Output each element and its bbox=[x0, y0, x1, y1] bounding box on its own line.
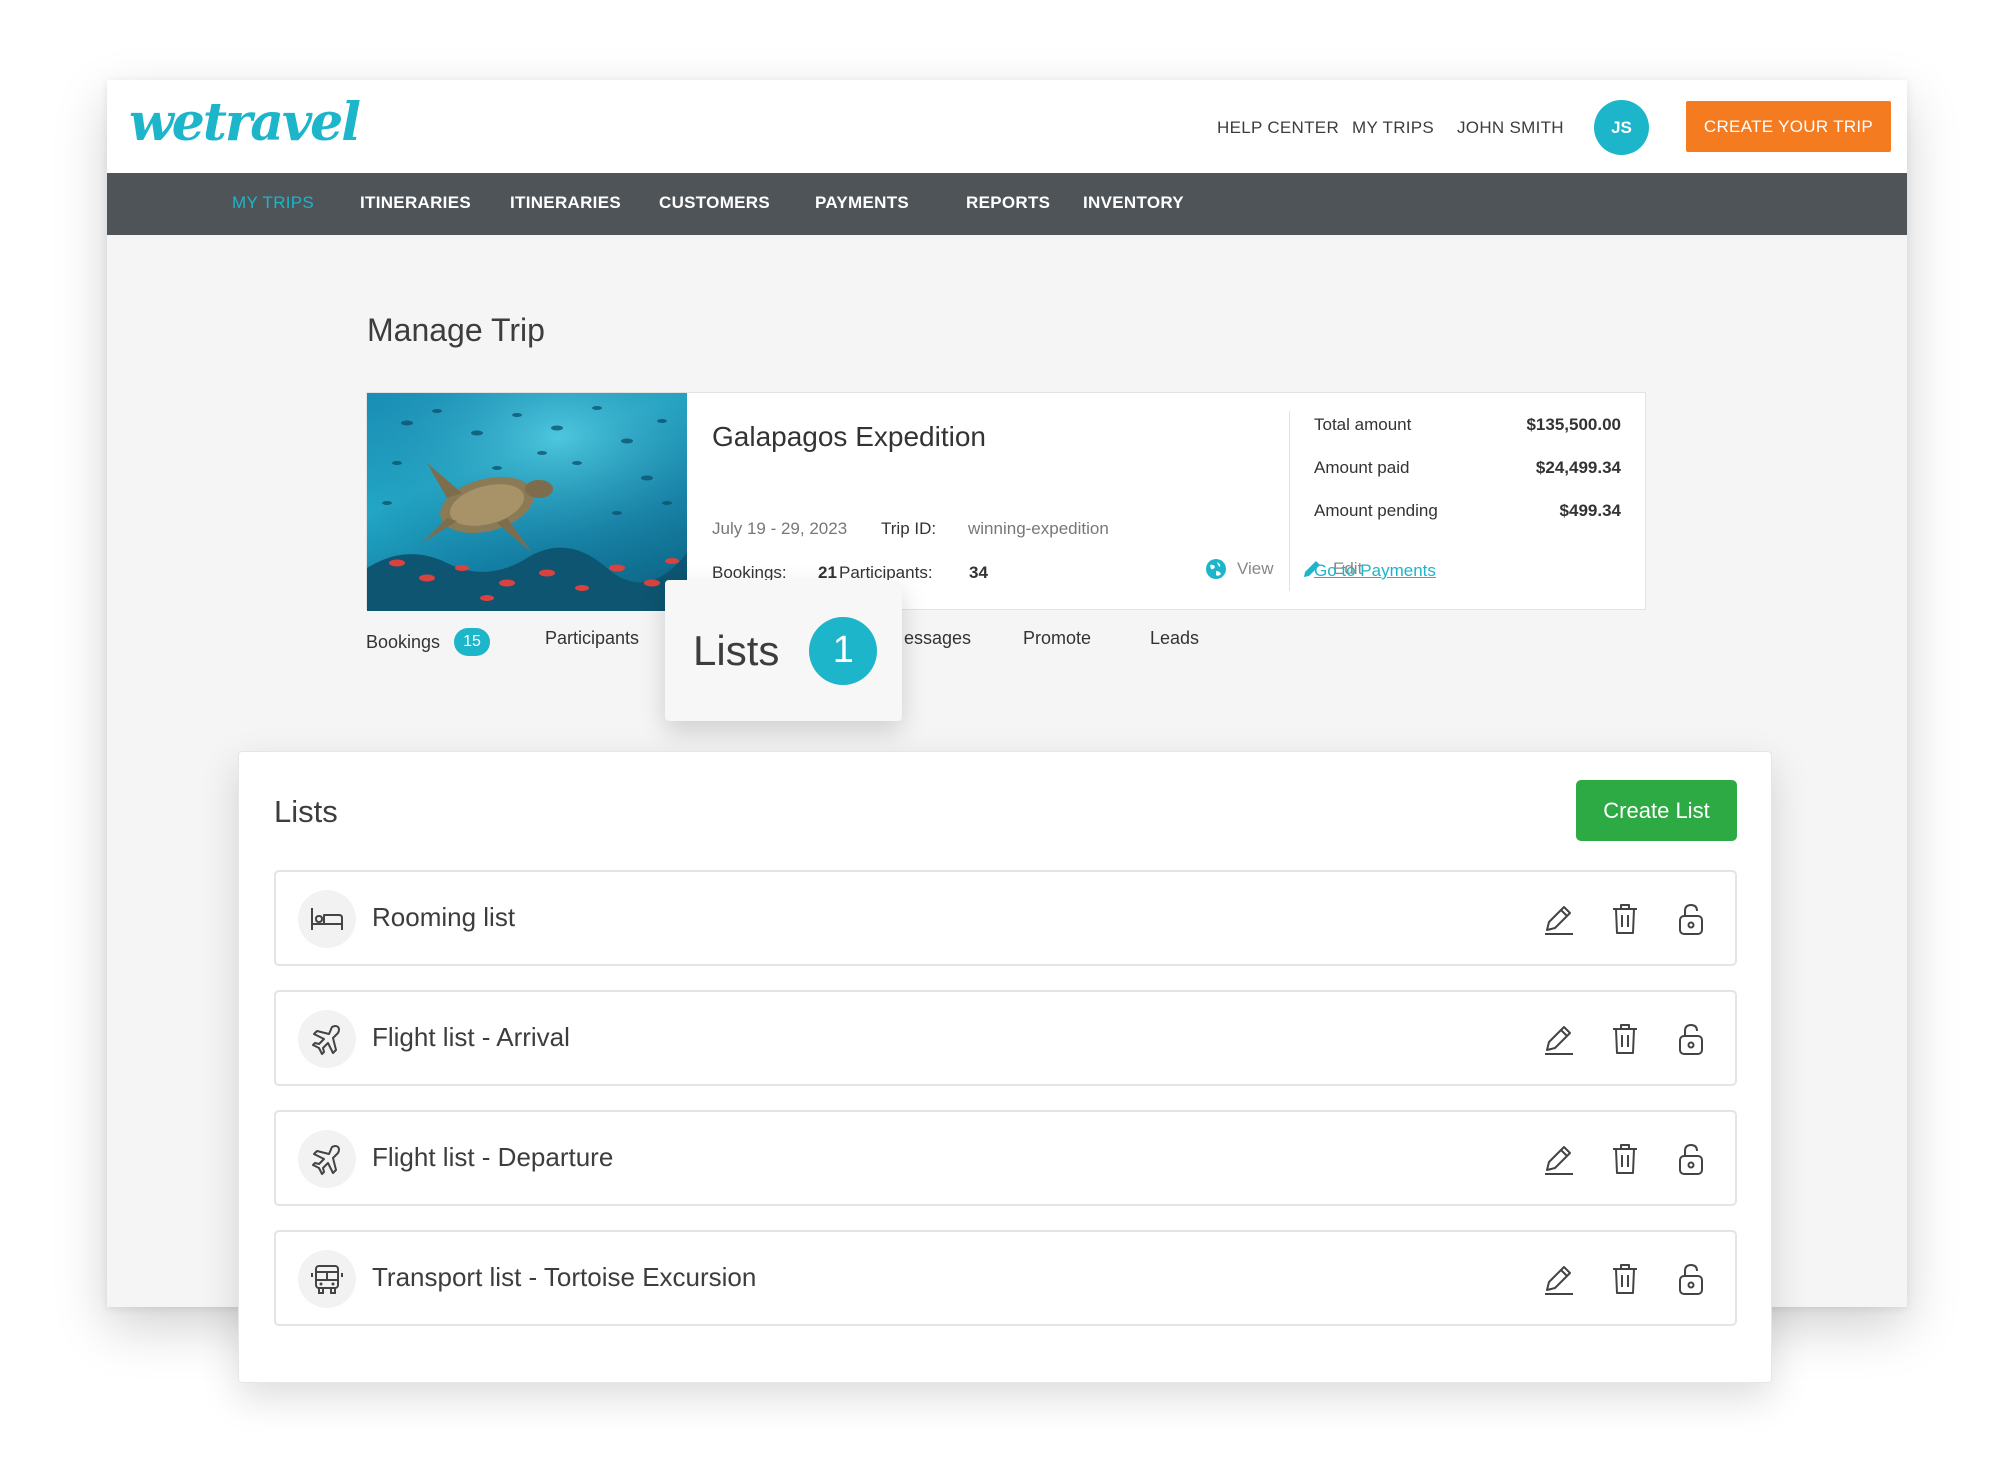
page-title: Manage Trip bbox=[367, 312, 545, 348]
tab-leads-label: Leads bbox=[1150, 628, 1200, 648]
unlock-icon bbox=[1679, 1143, 1703, 1175]
view-label: View bbox=[1237, 559, 1274, 578]
lists-title: Lists bbox=[274, 794, 338, 829]
row-icon-wrap bbox=[298, 1250, 356, 1308]
unlock-icon bbox=[1679, 1263, 1703, 1295]
trip-summary-card: Galapagos Expedition July 19 - 29, 2023 … bbox=[366, 392, 1646, 611]
tab-bookings[interactable]: Bookings 15 bbox=[366, 628, 491, 656]
nav-item-inventory[interactable]: INVENTORY bbox=[1083, 193, 1184, 213]
nav-item-itineraries-2[interactable]: ITINERARIES bbox=[510, 193, 621, 213]
trip-tabs: Bookings 15 Participants essages Promote… bbox=[107, 628, 1907, 668]
go-to-payments-link[interactable]: Go to Payments bbox=[1314, 561, 1436, 581]
edit-list-button[interactable] bbox=[1541, 1260, 1577, 1298]
bookings-badge: 15 bbox=[454, 628, 491, 656]
tab-leads[interactable]: Leads bbox=[1150, 628, 1199, 649]
create-list-button[interactable]: Create List bbox=[1576, 780, 1737, 841]
list-item-label: Transport list - Tortoise Excursion bbox=[372, 1262, 757, 1292]
tab-participants-label: Participants bbox=[545, 628, 640, 648]
bed-icon bbox=[311, 908, 343, 930]
trash-icon bbox=[1613, 1144, 1637, 1174]
list-item-transport[interactable]: Transport list - Tortoise Excursion bbox=[274, 1230, 1737, 1326]
top-bar: wetravel HELP CENTER MY TRIPS JOHN SMITH… bbox=[107, 80, 1907, 173]
trash-icon bbox=[1613, 1264, 1637, 1294]
tab-participants[interactable]: Participants bbox=[545, 628, 639, 649]
trash-icon bbox=[1613, 1024, 1637, 1054]
row-actions bbox=[1541, 900, 1709, 938]
row-icon-wrap bbox=[298, 1130, 356, 1188]
globe-icon bbox=[1206, 559, 1226, 579]
view-trip-link[interactable]: View bbox=[1205, 558, 1274, 580]
tab-promote[interactable]: Promote bbox=[1023, 628, 1091, 649]
participants-count-value: 34 bbox=[969, 563, 988, 582]
main-nav: MY TRIPS ITINERARIES ITINERARIES CUSTOME… bbox=[107, 173, 1907, 235]
airplane-icon bbox=[312, 1025, 340, 1055]
delete-list-button[interactable] bbox=[1607, 900, 1643, 938]
list-item-label: Rooming list bbox=[372, 902, 516, 932]
lock-list-button[interactable] bbox=[1673, 1140, 1709, 1178]
pencil-icon bbox=[1545, 1026, 1573, 1055]
edit-list-button[interactable] bbox=[1541, 1140, 1577, 1178]
list-item-label: Flight list - Arrival bbox=[372, 1022, 570, 1052]
tab-messages[interactable]: essages bbox=[904, 628, 971, 649]
pencil-icon bbox=[1545, 1146, 1573, 1175]
list-item-flight-departure[interactable]: Flight list - Departure bbox=[274, 1110, 1737, 1206]
list-item-label: Flight list - Departure bbox=[372, 1142, 614, 1172]
pencil-icon bbox=[1545, 1266, 1573, 1295]
tab-promote-label: Promote bbox=[1023, 628, 1092, 648]
amount-pending-value: $499.34 bbox=[1559, 501, 1621, 520]
amount-paid-value: $24,499.34 bbox=[1535, 458, 1621, 477]
edit-list-button[interactable] bbox=[1541, 1020, 1577, 1058]
row-actions bbox=[1541, 1020, 1709, 1058]
delete-list-button[interactable] bbox=[1607, 1020, 1643, 1058]
trip-photo bbox=[367, 393, 687, 611]
delete-list-button[interactable] bbox=[1607, 1260, 1643, 1298]
lock-list-button[interactable] bbox=[1673, 1260, 1709, 1298]
lock-list-button[interactable] bbox=[1673, 900, 1709, 938]
total-amount-value: $135,500.00 bbox=[1526, 415, 1621, 434]
nav-item-itineraries[interactable]: ITINERARIES bbox=[360, 193, 471, 213]
trash-icon bbox=[1613, 904, 1637, 934]
edit-list-button[interactable] bbox=[1541, 900, 1577, 938]
callout-label: Lists bbox=[693, 626, 780, 674]
total-amount-label: Total amount bbox=[1314, 415, 1412, 434]
row-actions bbox=[1541, 1140, 1709, 1178]
unlock-icon bbox=[1679, 1023, 1703, 1055]
lists-tab-callout[interactable]: Lists 1 bbox=[665, 580, 902, 721]
card-divider bbox=[1289, 411, 1290, 591]
my-trips-link[interactable]: MY TRIPS bbox=[1352, 118, 1434, 138]
nav-item-reports[interactable]: REPORTS bbox=[966, 193, 1050, 213]
delete-list-button[interactable] bbox=[1607, 1140, 1643, 1178]
lock-list-button[interactable] bbox=[1673, 1020, 1709, 1058]
tab-bookings-label: Bookings bbox=[366, 631, 441, 652]
row-icon-wrap bbox=[298, 890, 356, 948]
sea-turtle-photo-icon bbox=[367, 393, 687, 611]
lists-panel: Lists Create List Rooming list Flight li… bbox=[238, 751, 1772, 1383]
user-name-link[interactable]: JOHN SMITH bbox=[1457, 118, 1564, 138]
row-icon-wrap bbox=[298, 1010, 356, 1068]
unlock-icon bbox=[1679, 903, 1703, 935]
trip-id-value: winning-expedition bbox=[968, 519, 1109, 538]
wetravel-logo[interactable]: wetravel bbox=[129, 92, 361, 153]
trip-dates: July 19 - 29, 2023 bbox=[712, 519, 848, 538]
amount-paid-label: Amount paid bbox=[1314, 458, 1410, 477]
nav-item-payments[interactable]: PAYMENTS bbox=[815, 193, 909, 213]
airplane-icon bbox=[312, 1145, 340, 1175]
amount-pending-label: Amount pending bbox=[1314, 501, 1438, 520]
tab-messages-label: essages bbox=[904, 628, 972, 648]
create-your-trip-button[interactable]: CREATE YOUR TRIP bbox=[1686, 101, 1891, 152]
list-item-flight-arrival[interactable]: Flight list - Arrival bbox=[274, 990, 1737, 1086]
bus-icon bbox=[311, 1265, 343, 1294]
trip-id-label: Trip ID: bbox=[881, 519, 937, 538]
avatar[interactable]: JS bbox=[1594, 100, 1649, 155]
lists-count-badge: 1 bbox=[809, 616, 878, 685]
row-actions bbox=[1541, 1260, 1709, 1298]
nav-item-customers[interactable]: CUSTOMERS bbox=[659, 193, 770, 213]
help-center-link[interactable]: HELP CENTER bbox=[1217, 118, 1339, 138]
list-item-rooming[interactable]: Rooming list bbox=[274, 870, 1737, 966]
trip-name: Galapagos Expedition bbox=[712, 421, 986, 452]
pencil-icon bbox=[1545, 906, 1573, 935]
nav-item-my-trips[interactable]: MY TRIPS bbox=[232, 193, 314, 213]
